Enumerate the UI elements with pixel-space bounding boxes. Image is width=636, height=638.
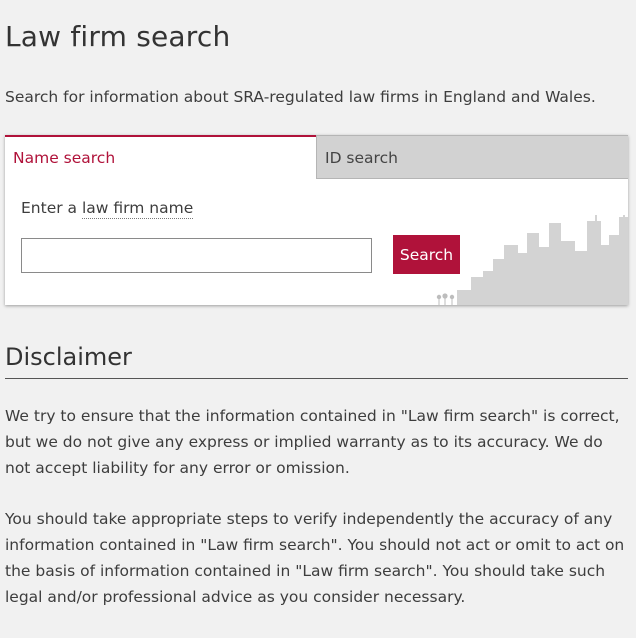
law-firm-name-tooltip-link[interactable]: law firm name [81, 199, 194, 219]
search-button[interactable]: Search [393, 235, 460, 274]
tab-name-search[interactable]: Name search [5, 135, 316, 179]
law-firm-name-label: Enter a law firm name [21, 199, 194, 219]
page: Law firm search Search for information a… [0, 0, 636, 638]
disclaimer-paragraph-1: We try to ensure that the information co… [5, 407, 620, 477]
intro-text: Search for information about SRA-regulat… [5, 88, 596, 106]
page-title: Law firm search [5, 20, 231, 53]
disclaimer-divider [5, 378, 628, 379]
search-panel: Name search ID search Enter a law firm n… [5, 135, 628, 305]
label-prefix: Enter a [21, 199, 78, 217]
disclaimer-title: Disclaimer [5, 343, 132, 371]
disclaimer-paragraph-2: You should take appropriate steps to ver… [5, 510, 625, 606]
law-firm-name-input[interactable] [21, 238, 372, 273]
tab-id-search[interactable]: ID search [316, 135, 628, 179]
